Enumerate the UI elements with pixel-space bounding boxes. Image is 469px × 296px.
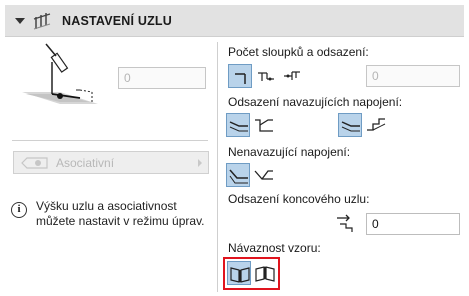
end-node-offset-field[interactable]: 0	[366, 213, 460, 235]
panel-title: NASTAVENÍ UZLU	[62, 14, 172, 28]
offset-posts-icon	[284, 71, 300, 80]
association-dropdown: Asociativní	[13, 151, 209, 174]
columns-offset-field: 0	[366, 65, 460, 87]
railing-node-icon	[33, 13, 51, 30]
nonconnecting-join-icon	[229, 169, 248, 184]
info-icon: i	[11, 202, 27, 218]
offset-posts-button[interactable]	[280, 64, 304, 88]
connecting-offset-option-1-button[interactable]	[226, 113, 250, 137]
two-posts-icon	[258, 72, 274, 81]
single-post-icon	[235, 73, 246, 84]
stair-step-icon	[367, 118, 386, 131]
node-height-field: 0	[118, 67, 206, 89]
connecting-offset-label: Odsazení navazujících napojení:	[228, 95, 403, 109]
stair-offset-alt-icon	[341, 121, 360, 132]
info-text-line-1: Výšku uzlu a asociativnost	[36, 199, 177, 213]
panel-header[interactable]: NASTAVENÍ UZLU	[5, 5, 464, 37]
nonconnecting-split-icon	[254, 170, 273, 180]
columns-offset-label: Počet sloupků a odsazení:	[228, 45, 369, 59]
column-divider	[217, 42, 218, 292]
stair-offset-icon	[229, 121, 248, 132]
info-text-line-2: můžete nastavit v režimu úprav.	[36, 214, 205, 228]
connecting-offset-option-3-button[interactable]	[338, 113, 362, 137]
nonconnecting-label: Nenavazující napojení:	[228, 145, 351, 159]
end-node-offset-icon	[337, 214, 353, 232]
left-divider	[12, 140, 208, 141]
nonconnecting-option-1-button[interactable]	[226, 163, 250, 187]
association-tag-icon	[21, 157, 48, 169]
collapse-triangle-icon[interactable]	[15, 18, 25, 24]
connecting-offset-option-2-button[interactable]	[252, 113, 276, 137]
end-node-offset-label: Odsazení koncového uzlu:	[228, 192, 370, 206]
single-post-button[interactable]	[228, 64, 252, 88]
connecting-offset-option-4-button[interactable]	[364, 113, 388, 137]
info-text: Výšku uzlu a asociativnost můžete nastav…	[36, 199, 205, 229]
association-label: Asociativní	[56, 156, 115, 170]
node-height-illustration-icon	[22, 43, 98, 104]
nonconnecting-option-2-button[interactable]	[252, 163, 276, 187]
stair-joint-icon	[255, 119, 273, 132]
chevron-right-icon	[198, 159, 202, 167]
pattern-continuity-label: Návaznost vzoru:	[228, 241, 321, 255]
two-posts-button[interactable]	[254, 64, 278, 88]
highlight-frame	[223, 257, 280, 290]
